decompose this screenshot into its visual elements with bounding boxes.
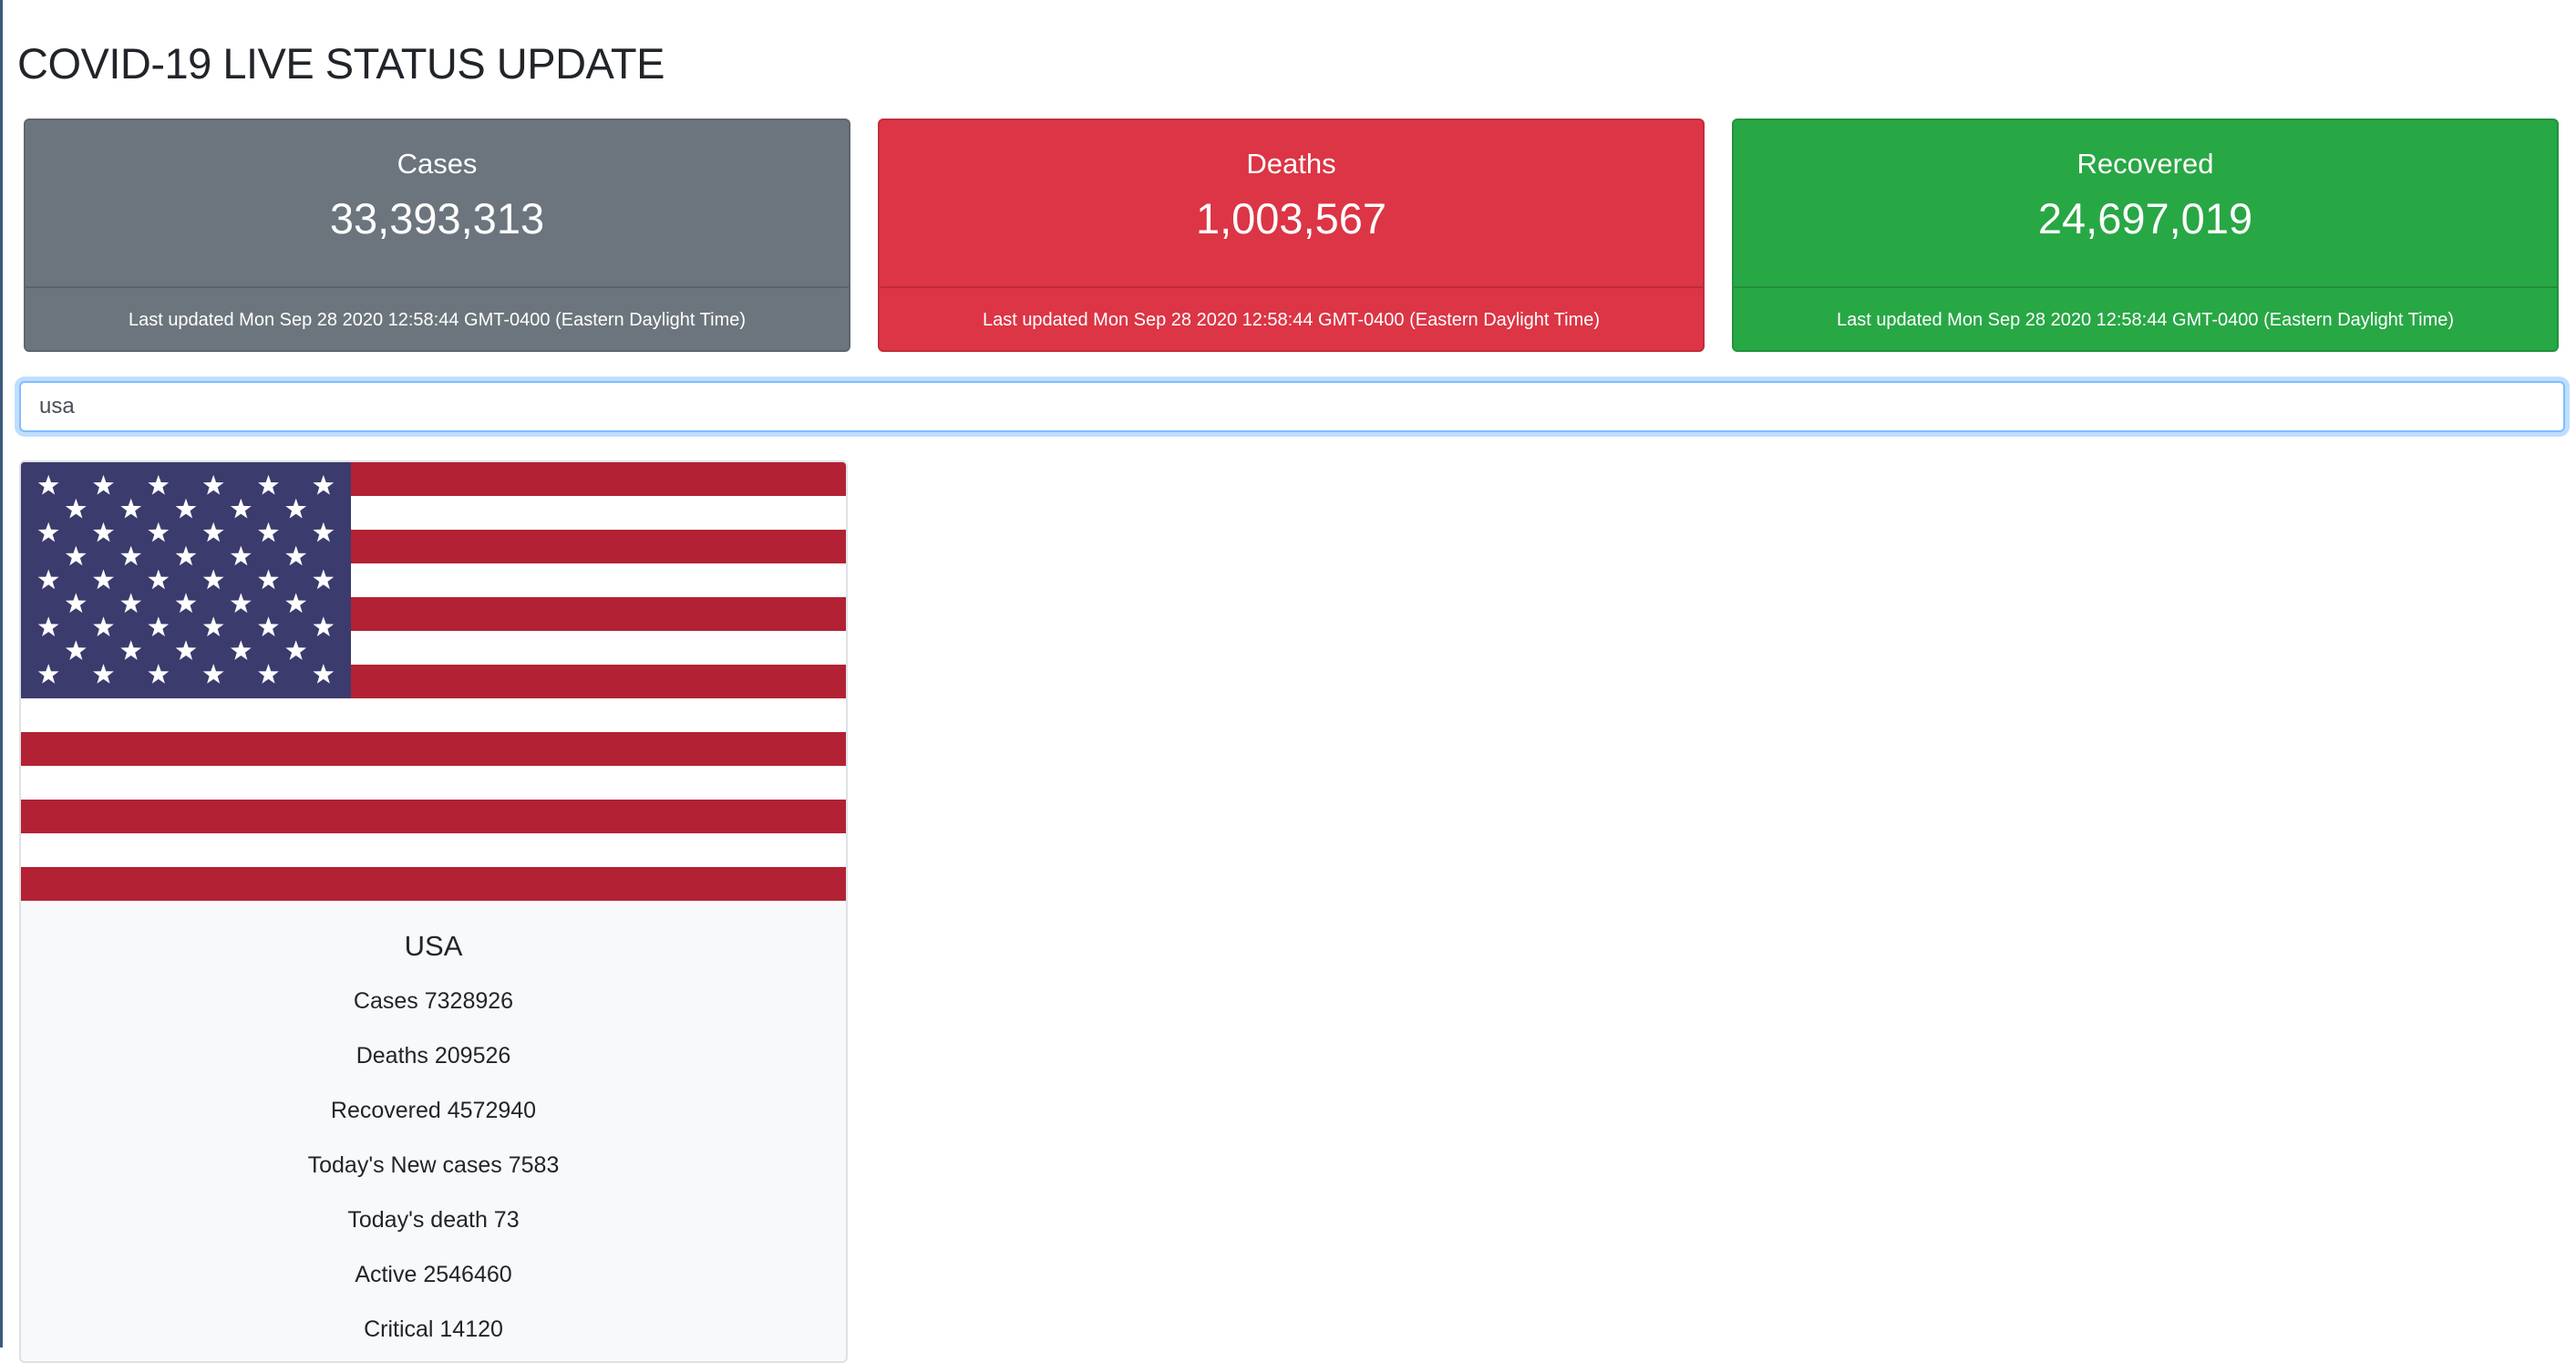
flag-stripe bbox=[21, 833, 846, 868]
card-label: Recovered bbox=[2076, 148, 2214, 180]
flag-stripe bbox=[21, 732, 846, 767]
recovered-card: Recovered 24,697,019 Last updated Mon Se… bbox=[1732, 119, 2559, 352]
stat-today-deaths: Today's death 73 bbox=[347, 1207, 520, 1233]
stat-today-cases: Today's New cases 7583 bbox=[307, 1152, 560, 1178]
stat-critical: Critical 14120 bbox=[364, 1317, 503, 1342]
stat-recovered: Recovered 4572940 bbox=[330, 1098, 537, 1123]
page-title: COVID-19 LIVE STATUS UPDATE bbox=[17, 39, 665, 88]
card-value: 24,697,019 bbox=[2037, 194, 2253, 243]
card-label: Cases bbox=[397, 148, 478, 180]
deaths-card: Deaths 1,003,567 Last updated Mon Sep 28… bbox=[878, 119, 1705, 352]
stat-active: Active 2546460 bbox=[355, 1262, 512, 1287]
card-value: 1,003,567 bbox=[1195, 194, 1387, 243]
flag-stripe bbox=[21, 800, 846, 834]
flag-stripe bbox=[21, 867, 846, 901]
flag-stripe bbox=[21, 698, 846, 733]
flag-canton bbox=[21, 462, 351, 698]
stat-cases: Cases 7328926 bbox=[353, 988, 514, 1014]
usa-flag-icon bbox=[21, 462, 846, 901]
card-footer: Last updated Mon Sep 28 2020 12:58:44 GM… bbox=[982, 310, 1601, 330]
card-value: 33,393,313 bbox=[329, 194, 545, 243]
country-name: USA bbox=[404, 930, 463, 962]
card-footer: Last updated Mon Sep 28 2020 12:58:44 GM… bbox=[1836, 310, 2455, 330]
stat-deaths: Deaths 209526 bbox=[355, 1043, 511, 1069]
country-search-input[interactable] bbox=[19, 381, 2565, 432]
card-footer: Last updated Mon Sep 28 2020 12:58:44 GM… bbox=[128, 310, 747, 330]
flag-stripe bbox=[21, 766, 846, 800]
card-label: Deaths bbox=[1246, 148, 1336, 180]
cases-card: Cases 33,393,313 Last updated Mon Sep 28… bbox=[24, 119, 850, 352]
country-card[interactable]: USA Cases 7328926 Deaths 209526 Recovere… bbox=[19, 460, 848, 1363]
